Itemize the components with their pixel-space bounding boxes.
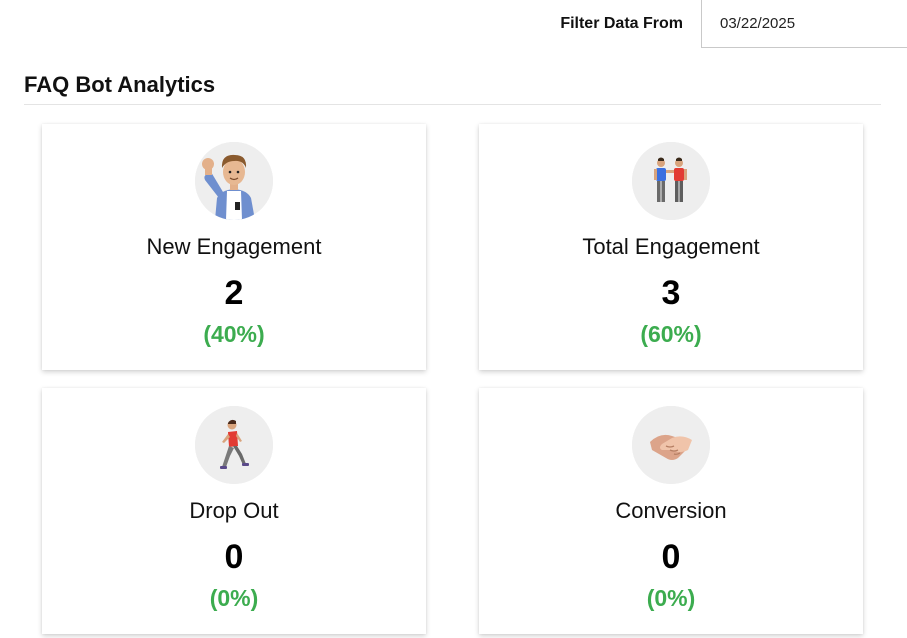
new-engagement-label: New Engagement — [146, 234, 322, 259]
handshake-icon — [632, 406, 710, 484]
waving-person-icon — [195, 142, 273, 220]
drop-out-card: Drop Out 0 (0%) — [42, 388, 426, 634]
conversion-percent: (0%) — [646, 585, 696, 611]
filter-label: Filter Data From — [560, 15, 683, 32]
drop-out-value: 0 — [224, 538, 244, 576]
section-divider — [24, 104, 881, 105]
conversion-card: Conversion 0 (0%) — [479, 388, 863, 634]
new-engagement-card: New Engagement 2 (40%) — [42, 124, 426, 370]
new-engagement-percent: (40%) — [203, 321, 265, 347]
two-people-icon — [632, 142, 710, 220]
filter-date-input[interactable]: 03/22/2025 — [701, 0, 907, 48]
total-engagement-label: Total Engagement — [582, 234, 760, 259]
total-engagement-percent: (60%) — [640, 321, 702, 347]
total-engagement-value: 3 — [661, 274, 681, 312]
new-engagement-value: 2 — [224, 274, 244, 312]
drop-out-label: Drop Out — [189, 498, 279, 523]
walking-person-icon — [195, 406, 273, 484]
section-title: FAQ Bot Analytics — [24, 72, 216, 97]
drop-out-percent: (0%) — [209, 585, 259, 611]
date-filter-bar: Filter Data From 03/22/2025 — [560, 0, 907, 48]
faq-bot-analytics-page: Filter Data From 03/22/2025 FAQ Bot Anal… — [0, 0, 907, 638]
total-engagement-card: Total Engagement 3 (60%) — [479, 124, 863, 370]
conversion-label: Conversion — [615, 498, 727, 523]
conversion-value: 0 — [661, 538, 681, 576]
